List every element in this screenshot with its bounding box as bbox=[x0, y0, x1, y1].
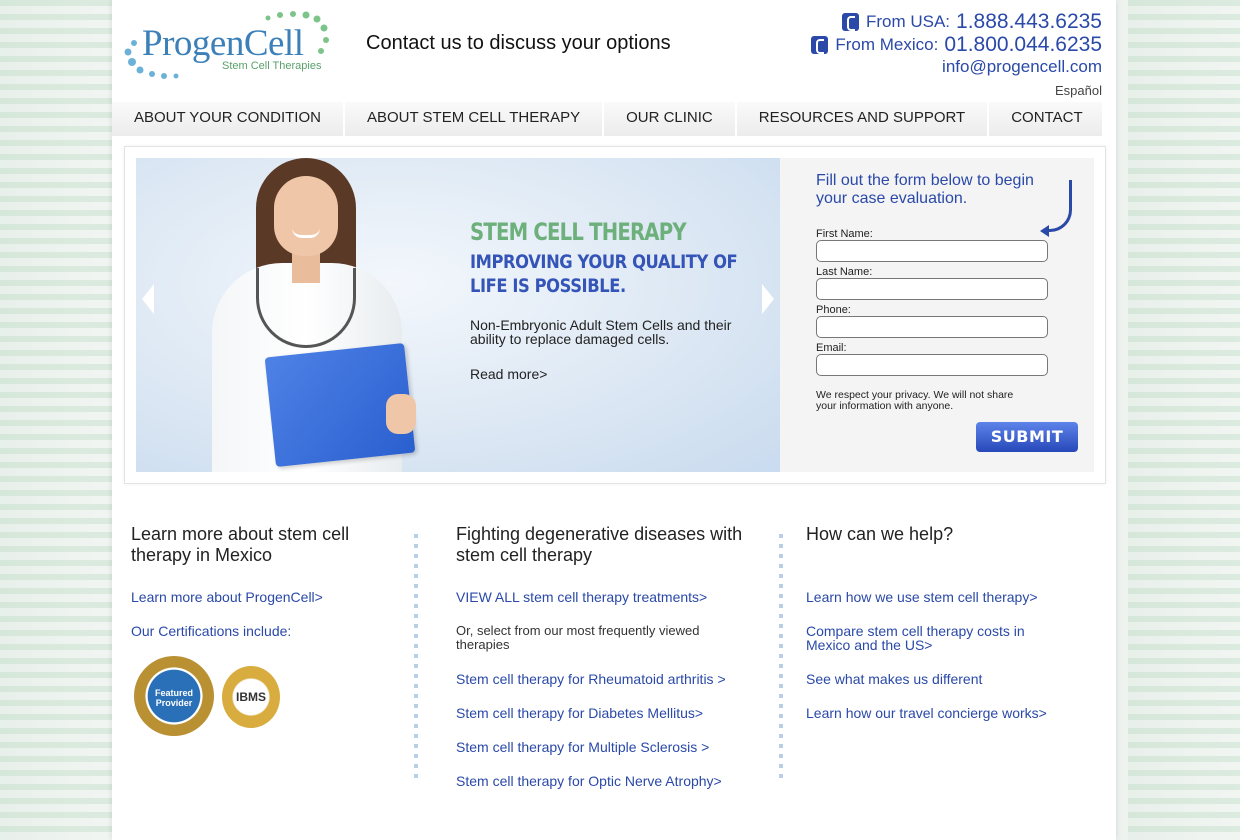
page-container: ProgenCell Stem Cell Therapies Contact u… bbox=[112, 0, 1116, 840]
form-intro: Fill out the form below to begin your ca… bbox=[816, 172, 1034, 207]
hero-read-more-link[interactable]: Read more> bbox=[470, 366, 547, 382]
hero-subtitle: IMPROVING YOUR QUALITY OF LIFE IS POSSIB… bbox=[470, 251, 738, 297]
therapy-link-multiple-sclerosis[interactable]: Stem cell therapy for Multiple Sclerosis… bbox=[456, 740, 709, 754]
phone-mexico-label: From Mexico: bbox=[835, 34, 939, 54]
background-left bbox=[0, 0, 112, 840]
therapies-intro-text: Or, select from our most frequently view… bbox=[456, 623, 700, 652]
column-heading: Learn more about stem cell therapy in Me… bbox=[131, 524, 350, 565]
phone-field[interactable] bbox=[816, 316, 1048, 338]
doctor-image bbox=[196, 158, 426, 472]
last-name-field[interactable] bbox=[816, 278, 1048, 300]
column-divider bbox=[779, 534, 783, 778]
evaluation-form: Fill out the form below to begin your ca… bbox=[780, 158, 1094, 472]
help-link-what-makes-different[interactable]: See what makes us different bbox=[806, 672, 982, 686]
hero-description: Non-Embryonic Adult Stem Cells and their… bbox=[470, 317, 732, 347]
column-heading: Fighting degenerative diseases with stem… bbox=[456, 524, 743, 565]
column-how-can-we-help: How can we help? Learn how we use stem c… bbox=[806, 524, 1096, 720]
hero-slider: STEM CELL THERAPY IMPROVING YOUR QUALITY… bbox=[136, 158, 780, 472]
help-link-travel-concierge[interactable]: Learn how our travel concierge works> bbox=[806, 706, 1047, 720]
phone-mexico[interactable]: From Mexico: 01.800.044.6235 bbox=[811, 33, 1102, 56]
language-link[interactable]: Español bbox=[1055, 83, 1102, 98]
certifications-link[interactable]: Our Certifications include: bbox=[131, 624, 291, 638]
phone-usa-number[interactable]: 1.888.443.6235 bbox=[956, 10, 1102, 34]
logo[interactable]: ProgenCell Stem Cell Therapies bbox=[118, 10, 338, 82]
column-learn-more: Learn more about stem cell therapy in Me… bbox=[131, 524, 391, 638]
phone-mexico-number[interactable]: 01.800.044.6235 bbox=[944, 33, 1102, 57]
contact-phones: From USA: 1.888.443.6235 From Mexico: 01… bbox=[811, 10, 1102, 77]
ibms-badge-icon[interactable]: IBMS bbox=[222, 666, 280, 728]
phone-icon bbox=[841, 12, 859, 31]
column-heading: How can we help? bbox=[806, 524, 954, 544]
phone-usa-label: From USA: bbox=[865, 11, 951, 31]
help-link-how-we-use[interactable]: Learn how we use stem cell therapy> bbox=[806, 590, 1038, 604]
first-name-label: First Name: bbox=[816, 228, 873, 240]
help-link-compare-costs[interactable]: Compare stem cell therapy costs in Mexic… bbox=[806, 624, 1046, 652]
email-field[interactable] bbox=[816, 354, 1048, 376]
contact-tagline: Contact us to discuss your options bbox=[366, 32, 671, 54]
curved-arrow-icon bbox=[1040, 180, 1072, 237]
email-link[interactable]: info@progencell.com bbox=[811, 57, 1102, 77]
phone-usa[interactable]: From USA: 1.888.443.6235 bbox=[811, 10, 1102, 33]
phone-label: Phone: bbox=[816, 304, 851, 316]
featured-provider-badge-icon[interactable]: Featured Provider bbox=[134, 656, 214, 736]
submit-button[interactable]: SUBMIT bbox=[976, 422, 1078, 452]
logo-text: ProgenCell bbox=[142, 23, 304, 64]
therapy-link-diabetes[interactable]: Stem cell therapy for Diabetes Mellitus> bbox=[456, 706, 703, 720]
slider-next-arrow-icon[interactable] bbox=[762, 284, 774, 314]
nav-item-resources[interactable]: RESOURCES AND SUPPORT bbox=[737, 102, 990, 136]
privacy-notice: We respect your privacy. We will not sha… bbox=[816, 389, 1014, 412]
email-label: Email: bbox=[816, 342, 847, 354]
column-degenerative-diseases: Fighting degenerative diseases with stem… bbox=[456, 524, 766, 788]
main-nav: ABOUT YOUR CONDITION ABOUT STEM CELL THE… bbox=[112, 102, 1107, 136]
nav-item-about-condition[interactable]: ABOUT YOUR CONDITION bbox=[112, 102, 345, 136]
background-right bbox=[1128, 0, 1240, 840]
first-name-field[interactable] bbox=[816, 240, 1048, 262]
view-all-treatments-link[interactable]: VIEW ALL stem cell therapy treatments> bbox=[456, 590, 707, 604]
phone-icon bbox=[811, 35, 829, 54]
nav-item-our-clinic[interactable]: OUR CLINIC bbox=[604, 102, 737, 136]
badge-featured-text: Featured Provider bbox=[154, 688, 193, 708]
nav-item-about-stem-cell[interactable]: ABOUT STEM CELL THERAPY bbox=[345, 102, 605, 136]
hero-title: STEM CELL THERAPY bbox=[470, 218, 687, 246]
learn-more-progencell-link[interactable]: Learn more about ProgenCell> bbox=[131, 590, 323, 604]
therapy-link-optic-nerve[interactable]: Stem cell therapy for Optic Nerve Atroph… bbox=[456, 774, 722, 788]
column-divider bbox=[414, 534, 418, 778]
therapy-link-rheumatoid[interactable]: Stem cell therapy for Rheumatoid arthrit… bbox=[456, 672, 726, 686]
nav-item-contact[interactable]: CONTACT bbox=[989, 102, 1107, 136]
slider-prev-arrow-icon[interactable] bbox=[142, 284, 154, 314]
last-name-label: Last Name: bbox=[816, 266, 873, 278]
logo-tagline: Stem Cell Therapies bbox=[222, 60, 322, 72]
badge-ibms-text: IBMS bbox=[236, 690, 266, 704]
